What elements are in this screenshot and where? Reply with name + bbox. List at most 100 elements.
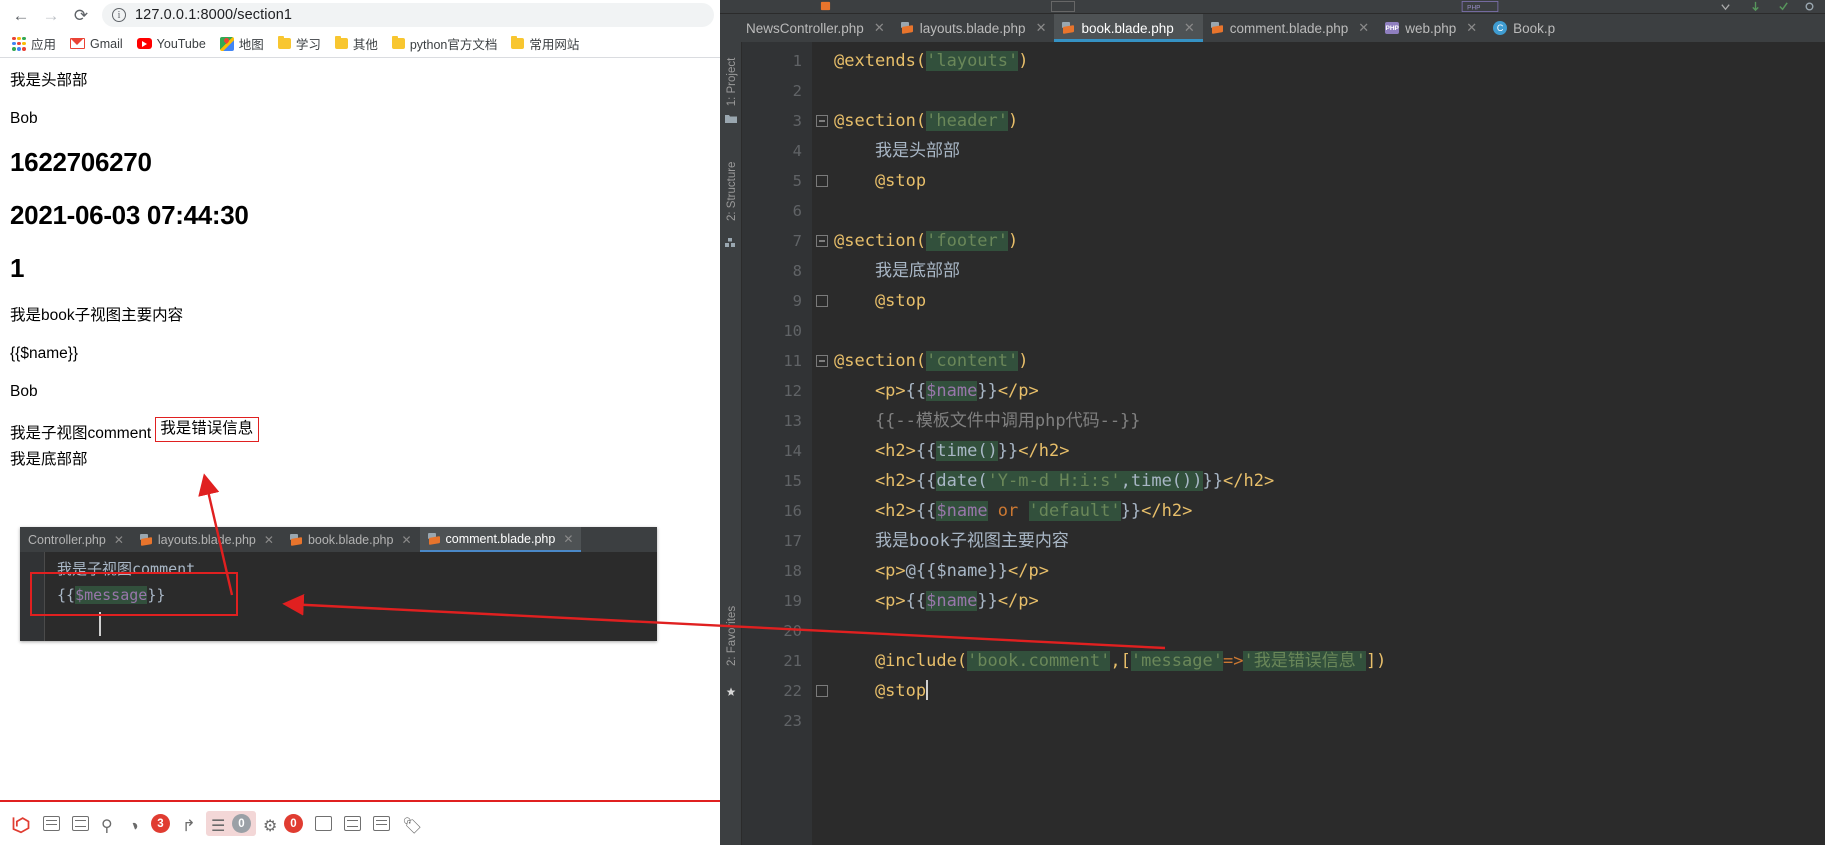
debugbar-request[interactable] (339, 813, 366, 834)
code-line-3: @section('header') (812, 106, 1825, 136)
ide-tab-label: Book.p (1513, 20, 1556, 36)
debugbar-route[interactable]: ⚲ (96, 813, 123, 835)
code-token: ]) (1365, 651, 1387, 671)
close-icon[interactable]: ✕ (114, 533, 124, 547)
bookmark-folder-study[interactable]: 学习 (272, 32, 327, 55)
inset-message-var: $message (75, 586, 148, 604)
bookmark-label: Gmail (90, 36, 123, 51)
debugbar-timeline[interactable] (368, 813, 395, 834)
debugbar-redirect[interactable]: ↱ (177, 813, 204, 835)
inset-editor-code[interactable]: 我是子视图comment {{$message}} (44, 552, 657, 641)
debugbar-queries[interactable]: ◗ 3 (125, 811, 175, 836)
sidebar-item-favorites[interactable]: 2: Favorites (726, 606, 738, 666)
vcs-commit-icon[interactable] (1778, 1, 1789, 12)
php-interpreter-icon[interactable]: PHP (1460, 1, 1500, 12)
inset-tab-book-blade[interactable]: book.blade.php ✕ (282, 527, 420, 552)
code-token: @section( (834, 231, 927, 251)
code-line-13: {{--模板文件中调用php代码--}} (812, 406, 1825, 436)
ide-tab-comment-blade[interactable]: comment.blade.php ✕ (1203, 14, 1377, 42)
close-icon[interactable]: ✕ (1036, 20, 1047, 36)
site-info-icon[interactable]: i (112, 8, 126, 22)
bookmark-label: 其他 (352, 38, 378, 52)
page-header-text: 我是头部部 (10, 72, 88, 89)
bookmark-apps[interactable]: 应用 (6, 32, 62, 55)
page-timestamp-heading: 1622706270 (10, 147, 152, 178)
google-maps-icon (219, 36, 234, 51)
inset-tab-comment-blade[interactable]: comment.blade.php ✕ (419, 527, 582, 552)
blade-toolbar-icon[interactable] (820, 1, 831, 12)
bookmark-folder-common-sites[interactable]: 常用网站 (505, 32, 585, 55)
ide-line-number-gutter: 1 2 3 4 5 6 7 8 9 10 11 12 13 14 15 16 1… (742, 42, 828, 845)
bookmark-folder-python-docs[interactable]: python官方文档 (386, 32, 504, 55)
close-icon[interactable]: ✕ (401, 533, 411, 547)
ide-left-toolwindow-bar: 1: Project 2: Structure 2: Favorites (720, 42, 742, 845)
line-number: 4 (792, 142, 802, 160)
run-config-dropdown-icon[interactable] (1050, 1, 1076, 12)
messages-icon (43, 816, 60, 831)
chevron-down-icon[interactable] (1720, 1, 1731, 12)
code-token: 我是底部部 (834, 261, 960, 281)
debugbar-session[interactable]: ⚙ 0 (258, 811, 308, 836)
inset-tab-controller[interactable]: Controller.php ✕ (20, 527, 132, 552)
code-token: 我是头部部 (834, 141, 960, 161)
debugbar-messages[interactable] (38, 813, 65, 834)
close-icon[interactable]: ✕ (563, 532, 573, 546)
reload-button[interactable]: ⟳ (66, 1, 96, 29)
code-token: {{ (915, 471, 937, 491)
debugbar-models[interactable]: ☰ 0 (206, 811, 256, 836)
debugbar-mail[interactable] (310, 813, 337, 834)
ide-tab-newscontroller[interactable]: NewsController.php ✕ (738, 14, 893, 42)
folder-icon (391, 35, 405, 49)
favorites-icon (726, 687, 736, 696)
bookmark-maps[interactable]: 地图 (214, 32, 270, 55)
ide-tab-label: NewsController.php (746, 20, 864, 36)
blade-file-icon (1210, 22, 1224, 34)
ide-code-text[interactable]: @extends('layouts') @section('header') 我是… (812, 42, 1825, 845)
ide-tab-book-blade[interactable]: book.blade.php ✕ (1054, 14, 1203, 42)
debugbar-views[interactable] (67, 813, 94, 834)
close-icon[interactable]: ✕ (874, 20, 885, 36)
code-token: ) (1018, 351, 1029, 371)
inset-tab-layouts-blade[interactable]: layouts.blade.php ✕ (132, 527, 282, 552)
debugbar-laravel-logo[interactable] (6, 811, 36, 837)
sidebar-item-structure[interactable]: 2: Structure (726, 162, 738, 221)
code-line-5: @stop (812, 166, 1825, 196)
bookmark-youtube[interactable]: YouTube (131, 35, 212, 53)
close-icon[interactable]: ✕ (1184, 20, 1195, 36)
page-default-heading: 1 (10, 252, 25, 283)
code-token: @section( (834, 111, 927, 131)
forward-button[interactable]: → (36, 1, 66, 29)
close-icon[interactable]: ✕ (264, 533, 274, 547)
code-token: 'Y-m-d H:i:s' (987, 471, 1121, 491)
line-number: 12 (783, 382, 802, 400)
back-button[interactable]: ← (6, 1, 36, 29)
ide-tab-book-class[interactable]: C Book.p (1485, 14, 1563, 42)
page-book-main-text: 我是book子视图主要内容 (10, 306, 184, 324)
code-token: <p> (834, 381, 906, 401)
chrome-toolbar: ← → ⟳ i 127.0.0.1:8000/section1 (0, 0, 720, 30)
ide-tab-layouts-blade[interactable]: layouts.blade.php ✕ (893, 14, 1055, 42)
code-token: }} (997, 441, 1019, 461)
code-token: {{ (905, 591, 927, 611)
close-icon[interactable]: ✕ (1358, 20, 1369, 36)
address-bar[interactable]: i 127.0.0.1:8000/section1 (102, 3, 714, 27)
ide-code-editor[interactable]: 1 2 3 4 5 6 7 8 9 10 11 12 13 14 15 16 1… (742, 42, 1825, 845)
close-icon[interactable]: ✕ (1466, 20, 1477, 36)
queries-badge: 3 (151, 814, 170, 833)
code-line-16: <h2>{{$name or 'default'}}</h2> (812, 496, 1825, 526)
bookmark-folder-other[interactable]: 其他 (329, 32, 384, 55)
folder-icon (511, 35, 525, 49)
redirect-icon: ↱ (182, 818, 196, 835)
ide-tab-web-php[interactable]: PHP web.php ✕ (1377, 14, 1485, 42)
settings-gear-icon[interactable] (1804, 1, 1815, 12)
vcs-update-icon[interactable] (1750, 1, 1761, 12)
code-token: time() (936, 441, 998, 461)
ide-tab-label: layouts.blade.php (919, 20, 1026, 36)
code-line-18: <p>@{{$name}}</p> (812, 556, 1825, 586)
bookmark-gmail[interactable]: Gmail (64, 35, 129, 53)
debugbar-tag[interactable]: 🏷 (397, 813, 424, 835)
folder-icon (277, 35, 291, 49)
sidebar-item-project[interactable]: 1: Project (726, 54, 738, 110)
